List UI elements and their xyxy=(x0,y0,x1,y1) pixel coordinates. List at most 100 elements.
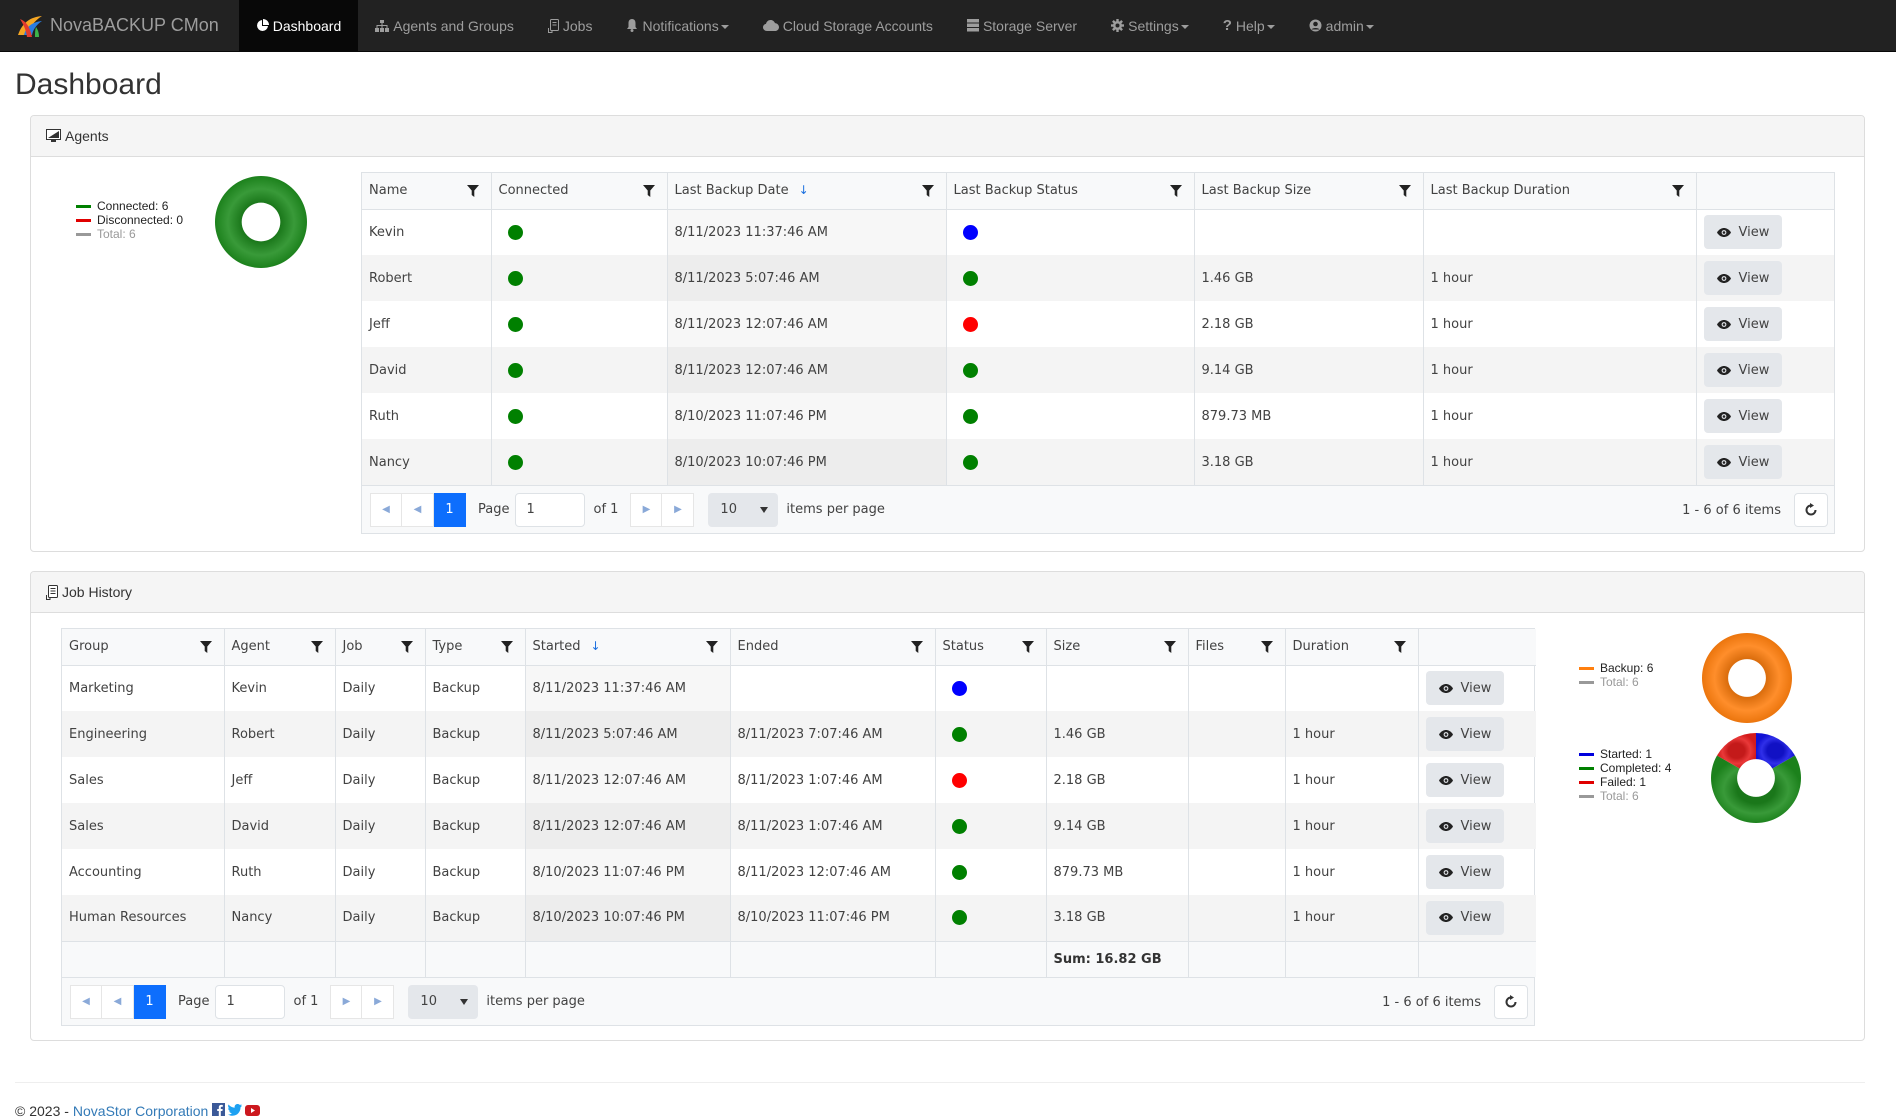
job-status-slice-completed[interactable] xyxy=(1711,755,1801,824)
refresh-button[interactable] xyxy=(1494,985,1528,1019)
filter-icon[interactable] xyxy=(1163,641,1176,653)
column-header-last-backup-duration[interactable]: Last Backup Duration xyxy=(1423,173,1697,210)
nav-item-help[interactable]: ? Help xyxy=(1206,0,1292,51)
column-header-connected[interactable]: Connected xyxy=(491,173,668,210)
column-header-agent[interactable]: Agent xyxy=(224,629,336,666)
nav-item-notifications[interactable]: Notifications xyxy=(609,0,745,51)
filter-icon[interactable] xyxy=(705,641,718,653)
legend-item[interactable]: Disconnected: 0 xyxy=(76,213,183,227)
column-header-files[interactable]: Files xyxy=(1188,629,1286,666)
table-row[interactable]: Sales David Daily Backup 8/11/2023 12:07:46 … xyxy=(62,803,1536,849)
view-button[interactable]: View xyxy=(1425,671,1505,706)
filter-icon[interactable] xyxy=(199,641,212,653)
sort-descending-icon[interactable]: ↓ xyxy=(799,183,809,197)
sort-descending-icon[interactable]: ↓ xyxy=(591,639,601,653)
column-header-last-backup-date[interactable]: Last Backup Date ↓ xyxy=(667,173,947,210)
legend-item[interactable]: Total: 6 xyxy=(76,227,183,241)
nav-item-admin[interactable]: admin xyxy=(1292,0,1391,51)
table-row[interactable]: Human Resources Nancy Daily Backup 8/10/2023… xyxy=(62,895,1536,941)
filter-icon[interactable] xyxy=(1398,185,1411,197)
nav-item-jobs[interactable]: Jobs xyxy=(531,0,610,51)
filter-icon[interactable] xyxy=(921,185,934,197)
view-button[interactable]: View xyxy=(1425,855,1505,889)
agents-slice-connected[interactable] xyxy=(214,176,307,268)
column-header-job[interactable]: Job xyxy=(335,629,426,666)
filter-icon[interactable] xyxy=(466,185,479,197)
view-button[interactable]: View xyxy=(1703,353,1783,387)
table-row[interactable]: Marketing Kevin Daily Backup 8/11/2023 11:37… xyxy=(62,665,1536,711)
last-page-button[interactable]: ▶ xyxy=(362,984,395,1019)
column-header-started[interactable]: Started ↓ xyxy=(525,629,731,666)
filter-icon[interactable] xyxy=(1671,185,1684,197)
next-page-button[interactable]: ▶ xyxy=(330,984,363,1019)
legend-item[interactable]: Connected: 6 xyxy=(76,199,183,213)
view-button[interactable]: View xyxy=(1703,215,1783,250)
filter-icon[interactable] xyxy=(310,641,323,653)
youtube-icon[interactable] xyxy=(245,1103,261,1119)
first-page-button[interactable]: ◀​ xyxy=(70,984,102,1019)
legend-item[interactable]: Backup: 6 xyxy=(1579,661,1653,675)
table-row[interactable]: Jeff 8/11/2023 12:07:46 AM 2.18 GB 1 hour Vi… xyxy=(362,301,1834,347)
column-header-type[interactable]: Type xyxy=(425,629,526,666)
column-header-ended[interactable]: Ended xyxy=(730,629,936,666)
view-button[interactable]: View xyxy=(1703,307,1783,341)
nav-item-storage-server[interactable]: Storage Server xyxy=(950,0,1094,51)
filter-icon[interactable] xyxy=(1169,185,1182,197)
view-button[interactable]: View xyxy=(1703,445,1783,479)
column-header-status[interactable]: Status xyxy=(935,629,1047,666)
brand[interactable]: NovaBACKUP CMon xyxy=(0,0,239,51)
view-button[interactable]: View xyxy=(1425,809,1505,843)
column-header-last-backup-size[interactable]: Last Backup Size xyxy=(1194,173,1424,210)
company-link[interactable]: NovaStor Corporation xyxy=(73,1103,208,1119)
column-header-name[interactable]: Name xyxy=(362,173,492,210)
table-row[interactable]: Robert 8/11/2023 5:07:46 AM 1.46 GB 1 hour V… xyxy=(362,255,1834,301)
view-button[interactable]: View xyxy=(1425,900,1505,935)
view-button[interactable]: View xyxy=(1425,717,1505,751)
legend-item[interactable]: Completed: 4 xyxy=(1579,761,1671,775)
column-header-group[interactable]: Group xyxy=(62,629,225,666)
last-page-button[interactable]: ▶ xyxy=(662,492,695,527)
nav-item-dashboard[interactable]: Dashboard xyxy=(238,0,359,51)
filter-icon[interactable] xyxy=(1021,641,1034,653)
table-row[interactable]: Ruth 8/10/2023 11:07:46 PM 879.73 MB 1 hour… xyxy=(362,393,1834,439)
table-row[interactable]: Kevin 8/11/2023 11:37:46 AM View xyxy=(362,209,1834,255)
current-page-button[interactable]: 1 xyxy=(434,492,466,527)
twitter-icon[interactable] xyxy=(228,1103,243,1119)
filter-icon[interactable] xyxy=(400,641,413,653)
column-header-last-backup-status[interactable]: Last Backup Status xyxy=(946,173,1195,210)
legend-item[interactable]: Failed: 1 xyxy=(1579,775,1671,789)
page-number-input[interactable] xyxy=(515,492,586,527)
page-size-select[interactable]: 10 xyxy=(708,492,779,527)
legend-item[interactable]: Total: 6 xyxy=(1579,789,1671,803)
view-button[interactable]: View xyxy=(1425,763,1505,797)
filter-icon[interactable] xyxy=(642,185,655,197)
table-row[interactable]: Nancy 8/10/2023 10:07:46 PM 3.18 GB 1 hour V… xyxy=(362,439,1834,485)
first-page-button[interactable]: ◀​ xyxy=(370,492,402,527)
current-page-button[interactable]: 1 xyxy=(134,984,166,1019)
table-row[interactable]: Engineering Robert Daily Backup 8/11/2023 5:… xyxy=(62,711,1536,757)
nav-item-cloud-storage-accounts[interactable]: Cloud Storage Accounts xyxy=(746,0,950,51)
legend-item[interactable]: Total: 6 xyxy=(1579,675,1653,689)
column-header-size[interactable]: Size xyxy=(1046,629,1189,666)
page-size-select[interactable]: 10 xyxy=(408,984,479,1019)
prev-page-button[interactable]: ◀ xyxy=(402,492,434,527)
facebook-icon[interactable] xyxy=(212,1103,226,1119)
next-page-button[interactable]: ▶ xyxy=(630,492,663,527)
prev-page-button[interactable]: ◀ xyxy=(102,984,134,1019)
column-header-duration[interactable]: Duration xyxy=(1285,629,1419,666)
table-row[interactable]: David 8/11/2023 12:07:46 AM 9.14 GB 1 hour V… xyxy=(362,347,1834,393)
job-type-slice-backup[interactable] xyxy=(1701,633,1792,723)
filter-icon[interactable] xyxy=(910,641,923,653)
filter-icon[interactable] xyxy=(1260,641,1273,653)
nav-item-agents-and-groups[interactable]: Agents and Groups xyxy=(358,0,531,51)
filter-icon[interactable] xyxy=(500,641,513,653)
view-button[interactable]: View xyxy=(1703,261,1783,295)
filter-icon[interactable] xyxy=(1393,641,1406,653)
nav-item-settings[interactable]: Settings xyxy=(1094,0,1206,51)
legend-item[interactable]: Started: 1 xyxy=(1579,747,1671,761)
page-number-input[interactable] xyxy=(215,984,286,1019)
table-row[interactable]: Accounting Ruth Daily Backup 8/10/2023 11:07… xyxy=(62,849,1536,895)
refresh-button[interactable] xyxy=(1794,493,1828,527)
view-button[interactable]: View xyxy=(1703,399,1783,433)
table-row[interactable]: Sales Jeff Daily Backup 8/11/2023 12:07:46 A… xyxy=(62,757,1536,803)
